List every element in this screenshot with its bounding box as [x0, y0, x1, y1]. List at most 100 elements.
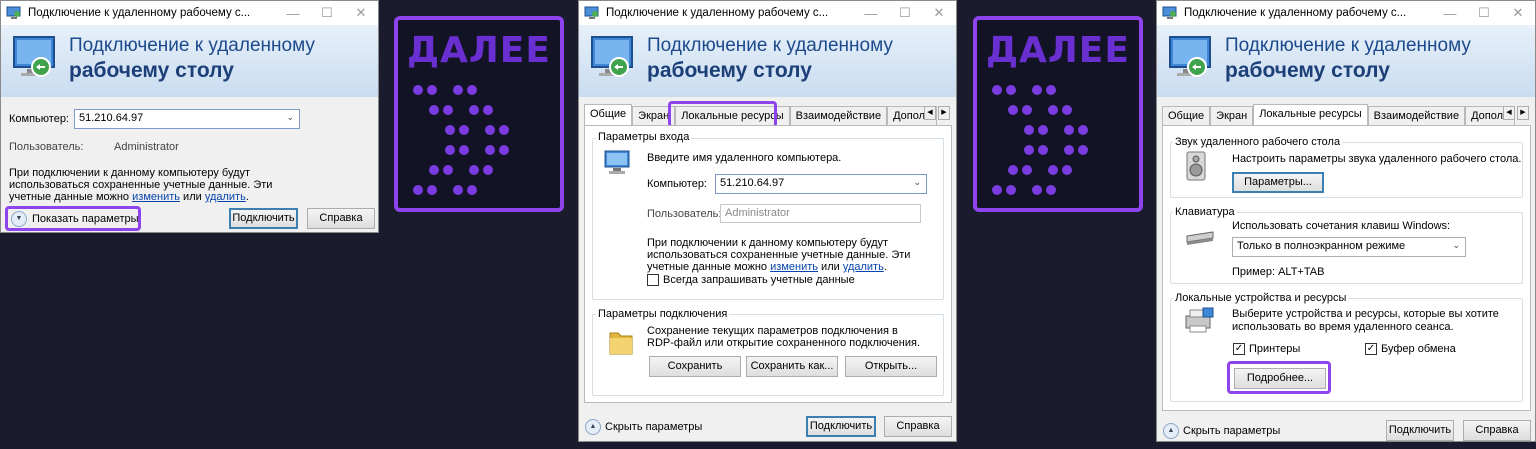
hide-params-label[interactable]: Скрыть параметры	[1183, 425, 1280, 437]
sound-group	[1170, 142, 1523, 198]
login-group-title: Параметры входа	[596, 131, 692, 143]
maximize-icon[interactable]: ☐	[888, 5, 922, 21]
chevron-down-icon[interactable]: ⌄	[1452, 240, 1460, 251]
arrow-dot	[459, 125, 469, 135]
arrow-dot	[467, 185, 477, 195]
close-icon[interactable]: ✕	[922, 5, 956, 21]
keyboard-text: Использовать сочетания клавиш Windows:	[1232, 220, 1451, 232]
change-credentials-link[interactable]: изменить	[770, 261, 818, 273]
computer-icon	[603, 148, 633, 181]
tab-local-resources[interactable]: Локальные ресурсы	[1253, 104, 1368, 126]
expand-icon[interactable]: ▼	[11, 211, 27, 227]
arrow-dot	[1008, 105, 1018, 115]
arrow-dot	[429, 165, 439, 175]
connect-button[interactable]: Подключить	[1386, 420, 1454, 441]
user-field[interactable]: Administrator	[720, 204, 921, 223]
sound-group-title: Звук удаленного рабочего стола	[1173, 136, 1343, 148]
save-button[interactable]: Сохранить	[649, 356, 741, 377]
arrow-dot	[1038, 145, 1048, 155]
arrow-dot	[1046, 185, 1056, 195]
tab-scroll-right-icon[interactable]: ▶	[938, 106, 950, 120]
arrow-dot	[469, 105, 479, 115]
rdp-window-general: Подключение к удаленному рабочему с... —…	[578, 0, 957, 442]
printers-checkbox[interactable]: ✓	[1233, 343, 1245, 355]
arrow-dot	[1038, 125, 1048, 135]
help-button[interactable]: Справка	[1463, 420, 1531, 441]
collapse-icon[interactable]: ▲	[1163, 423, 1179, 439]
delete-credentials-link[interactable]: удалить	[843, 261, 884, 273]
tab-scroll-left-icon[interactable]: ◀	[1503, 106, 1515, 120]
chevron-down-icon[interactable]: ⌄	[286, 112, 294, 123]
arrow-dot	[1048, 165, 1058, 175]
arrow-dot	[1032, 185, 1042, 195]
tab-scroll-left-icon[interactable]: ◀	[924, 106, 936, 120]
save-as-button[interactable]: Сохранить как...	[746, 356, 838, 377]
keyboard-group-title: Клавиатура	[1173, 206, 1237, 218]
chevron-down-icon[interactable]: ⌄	[913, 177, 921, 188]
maximize-icon[interactable]: ☐	[1467, 5, 1501, 21]
info-text-prefix: учетные данные можно	[647, 261, 768, 273]
header-banner: Подключение к удаленному рабочему столу	[1, 25, 378, 97]
arrow-dot	[992, 185, 1002, 195]
close-icon[interactable]: ✕	[1501, 5, 1535, 21]
show-params-label[interactable]: Показать параметры	[32, 213, 139, 225]
arrow-dot	[1022, 165, 1032, 175]
change-credentials-link[interactable]: изменить	[132, 191, 180, 203]
tab-display[interactable]: Экран	[1210, 106, 1254, 126]
title-bar: Подключение к удаленному рабочему с... —…	[1, 1, 378, 25]
tab-strip: Общие Экран Локальные ресурсы Взаимодейс…	[584, 104, 938, 126]
help-button[interactable]: Справка	[884, 416, 952, 437]
more-button[interactable]: Подробнее...	[1234, 368, 1326, 389]
arrow-dot	[443, 105, 453, 115]
arrow-dot	[1062, 165, 1072, 175]
local-resources-tab-panel: Звук удаленного рабочего стола Настроить…	[1162, 125, 1531, 411]
tab-display[interactable]: Экран	[632, 106, 676, 126]
arrow-dot	[413, 185, 423, 195]
arrow-dot	[485, 145, 495, 155]
open-button[interactable]: Открыть...	[845, 356, 937, 377]
window-title: Подключение к удаленному рабочему с...	[28, 7, 251, 19]
tab-general[interactable]: Общие	[1162, 106, 1211, 126]
arrow-dot	[499, 145, 509, 155]
arrow-dot	[443, 165, 453, 175]
arrow-dot	[1048, 105, 1058, 115]
rdp-window-local-resources: Подключение к удаленному рабочему с... —…	[1156, 0, 1536, 442]
header-title-line1: Подключение к удаленному	[647, 35, 893, 56]
arrow-dot	[499, 125, 509, 135]
connect-button[interactable]: Подключить	[229, 208, 298, 229]
delete-credentials-link[interactable]: удалить	[205, 191, 246, 203]
minimize-icon[interactable]: —	[276, 6, 310, 21]
maximize-icon[interactable]: ☐	[310, 5, 344, 21]
arrow-dot	[1046, 85, 1056, 95]
tab-scroll-right-icon[interactable]: ▶	[1517, 106, 1529, 120]
computer-label: Компьютер:	[9, 113, 69, 125]
always-ask-checkbox[interactable]	[647, 274, 659, 286]
keyboard-select[interactable]: Только в полноэкранном режиме ⌄	[1232, 237, 1466, 257]
hide-params-label[interactable]: Скрыть параметры	[605, 421, 702, 433]
collapse-icon[interactable]: ▲	[585, 419, 601, 435]
info-text-line3: учетные данные можно изменить или удалит…	[9, 191, 249, 203]
clipboard-checkbox[interactable]: ✓	[1365, 343, 1377, 355]
close-icon[interactable]: ✕	[344, 5, 378, 21]
arrow-dot	[1024, 125, 1034, 135]
tab-general[interactable]: Общие	[584, 104, 633, 126]
next-arrow-banner-1: ДАЛЕЕ	[394, 16, 564, 212]
tab-experience[interactable]: Взаимодействие	[789, 106, 888, 126]
computer-combobox[interactable]: 51.210.64.97 ⌄	[74, 109, 300, 129]
arrow-dot	[1078, 125, 1088, 135]
computer-combobox[interactable]: 51.210.64.97 ⌄	[715, 174, 927, 194]
sound-params-button[interactable]: Параметры...	[1232, 172, 1324, 193]
title-bar: Подключение к удаленному рабочему с... —…	[1157, 1, 1535, 25]
info-text-line2: использоваться сохраненные учетные данны…	[647, 249, 911, 261]
info-text-prefix: учетные данные можно	[9, 191, 130, 203]
minimize-icon[interactable]: —	[1433, 6, 1467, 21]
tab-local-resources[interactable]: Локальные ресурсы	[675, 106, 790, 126]
example-text: Пример: ALT+TAB	[1232, 266, 1325, 278]
header-title-line1: Подключение к удаленному	[69, 35, 315, 56]
connect-button[interactable]: Подключить	[806, 416, 876, 437]
help-button[interactable]: Справка	[307, 208, 375, 229]
minimize-icon[interactable]: —	[854, 6, 888, 21]
arrow-dot	[1064, 125, 1074, 135]
tab-experience[interactable]: Взаимодействие	[1367, 106, 1466, 126]
connection-group-title: Параметры подключения	[596, 308, 730, 320]
